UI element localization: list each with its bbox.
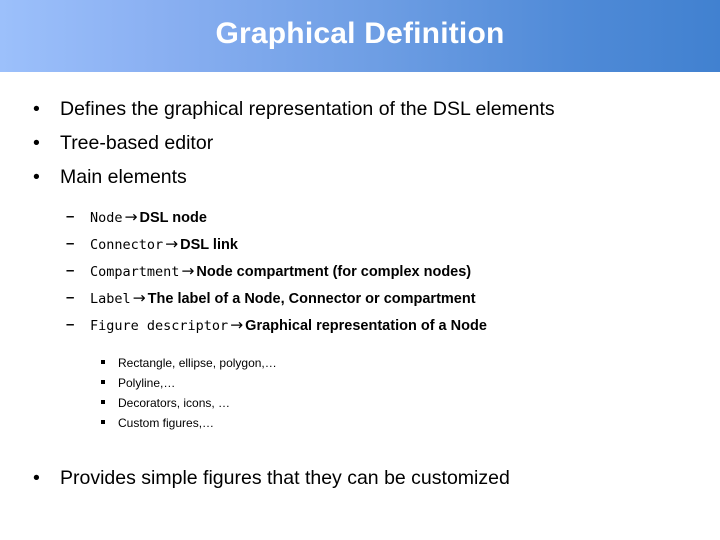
square-bullet-icon: [101, 420, 105, 424]
list-item: Polyline,…: [0, 373, 720, 393]
list-item: Custom figures,…: [0, 413, 720, 433]
dash-marker-icon: –: [66, 235, 75, 252]
dash-marker-icon: –: [66, 289, 75, 306]
slide-body: • Defines the graphical representation o…: [0, 72, 720, 495]
main-elements-list: – Node → DSL node – Connector → DSL link – C…: [0, 204, 720, 339]
list-item-label: Main elements: [60, 166, 187, 188]
list-item: – Figure descriptor → Graphical representa…: [0, 312, 720, 339]
element-term: Compartment: [90, 264, 180, 280]
list-item-label: Custom figures,…: [118, 416, 215, 430]
arrow-right-icon: →: [124, 208, 138, 226]
square-bullet-icon: [101, 360, 105, 364]
list-item-label: Decorators, icons, …: [118, 396, 231, 410]
list-item: • Defines the graphical representation o…: [0, 92, 720, 126]
element-description: Node compartment (for complex nodes): [196, 264, 472, 280]
arrow-right-icon: →: [181, 262, 195, 280]
bullet-dot-icon: •: [33, 98, 40, 120]
list-item-label: Provides simple figures that they can be…: [60, 467, 510, 489]
dash-marker-icon: –: [66, 262, 75, 279]
square-bullet-icon: [101, 400, 105, 404]
dash-marker-icon: –: [66, 316, 75, 333]
slide-title-banner: Graphical Definition: [0, 0, 720, 72]
list-item-label: Rectangle, ellipse, polygon,…: [118, 356, 277, 370]
element-term: Figure descriptor: [90, 318, 229, 334]
element-term: Node: [90, 210, 123, 226]
element-description: Graphical representation of a Node: [245, 318, 487, 334]
arrow-right-icon: →: [165, 235, 179, 253]
element-description: DSL link: [180, 237, 238, 253]
bullet-dot-icon: •: [33, 132, 40, 154]
list-item: Rectangle, ellipse, polygon,…: [0, 353, 720, 373]
element-term: Label: [90, 291, 131, 307]
list-item-label: Tree-based editor: [60, 132, 214, 154]
list-item: • Provides simple figures that they can …: [0, 461, 720, 495]
list-item-label: Defines the graphical representation of …: [60, 98, 555, 120]
bottom-bullet-list: • Provides simple figures that they can …: [0, 461, 720, 495]
page-title: Graphical Definition: [215, 17, 505, 50]
list-item: – Node → DSL node: [0, 204, 720, 231]
list-item: – Connector → DSL link: [0, 231, 720, 258]
arrow-right-icon: →: [132, 289, 146, 307]
bullet-dot-icon: •: [33, 467, 40, 489]
bullet-dot-icon: •: [33, 166, 40, 188]
list-item: – Compartment → Node compartment (for comp…: [0, 258, 720, 285]
element-description: The label of a Node, Connector or compar…: [147, 291, 476, 307]
list-item: • Main elements: [0, 160, 720, 194]
top-bullet-list: • Defines the graphical representation o…: [0, 92, 720, 194]
dash-marker-icon: –: [66, 208, 75, 225]
list-item: • Tree-based editor: [0, 126, 720, 160]
element-term: Connector: [90, 237, 164, 253]
list-item-label: Polyline,…: [118, 376, 176, 390]
figure-examples-list: Rectangle, ellipse, polygon,… Polyline,……: [0, 353, 720, 433]
square-bullet-icon: [101, 380, 105, 384]
element-description: DSL node: [139, 210, 207, 226]
arrow-right-icon: →: [230, 316, 244, 334]
list-item: – Label → The label of a Node, Connector o…: [0, 285, 720, 312]
list-item: Decorators, icons, …: [0, 393, 720, 413]
